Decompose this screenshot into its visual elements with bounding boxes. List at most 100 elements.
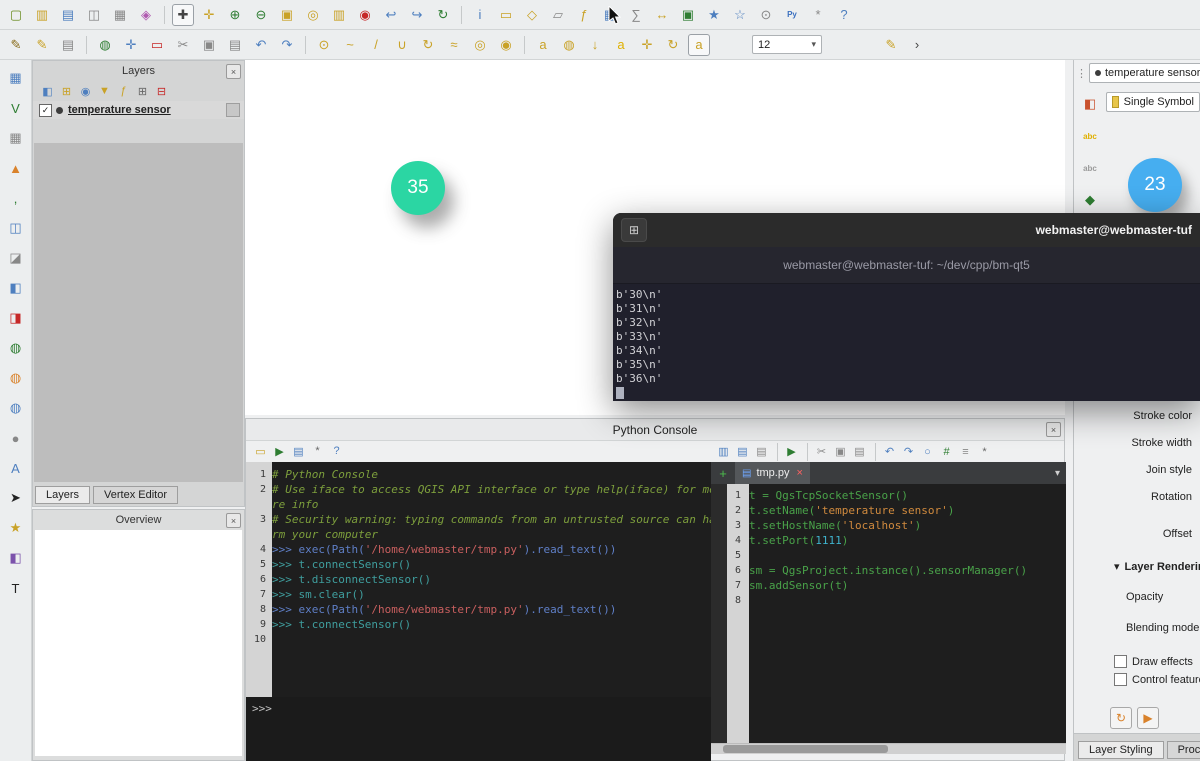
layer-visibility-checkbox[interactable]: ✓ [39, 104, 52, 117]
toggle-editing-icon[interactable]: ✎ [31, 34, 53, 56]
add-wcs-layer-icon[interactable]: ◍ [5, 397, 27, 419]
project-save-icon[interactable]: ▤ [57, 4, 79, 26]
toolbar-overflow-icon[interactable]: › [906, 34, 928, 56]
copy-icon[interactable]: ▣ [832, 443, 849, 460]
change-label-icon[interactable]: a [688, 34, 710, 56]
add-wfs-layer-icon[interactable]: ◍ [5, 367, 27, 389]
editor-horizontal-scrollbar[interactable] [711, 743, 1066, 754]
save-script-icon[interactable]: ▤ [734, 443, 751, 460]
show-editor-icon[interactable]: ▤ [290, 443, 307, 460]
expand-all-icon[interactable]: ⊞ [134, 83, 151, 100]
apply-style-button[interactable]: ▶ [1137, 707, 1159, 729]
split-features-icon[interactable]: / [365, 34, 387, 56]
symbol-preview-circle[interactable]: 23 [1128, 158, 1182, 212]
zoom-next-icon[interactable]: ↪ [406, 4, 428, 26]
highlight-pinned-labels-icon[interactable]: a [610, 34, 632, 56]
close-icon[interactable]: × [226, 64, 241, 79]
add-oracle-layer-icon[interactable]: ◨ [5, 307, 27, 329]
editor-code-area[interactable]: 1t = QgsTcpSocketSensor()2t.setName('tem… [711, 484, 1066, 743]
measure-icon[interactable]: ↔ [651, 4, 673, 26]
terminal-tabbar[interactable]: webmaster@webmaster-tuf: ~/dev/cpp/bm-qt… [613, 247, 1200, 284]
object-inspector-icon[interactable]: ≡ [957, 443, 974, 460]
move-feature-icon[interactable]: ✛ [120, 34, 142, 56]
reshape-icon[interactable]: ~ [339, 34, 361, 56]
current-edits-icon[interactable]: ✎ [5, 34, 27, 56]
diagrams-icon[interactable]: ◆ [1078, 188, 1102, 212]
show-bookmarks-icon[interactable]: ☆ [729, 4, 751, 26]
project-new-icon[interactable]: ▢ [5, 4, 27, 26]
layers-tree-area[interactable] [34, 143, 243, 482]
cut-icon[interactable]: ✂ [813, 443, 830, 460]
help-icon[interactable]: ? [833, 4, 855, 26]
zoom-last-icon[interactable]: ↩ [380, 4, 402, 26]
add-spatialite-layer-icon[interactable]: ◪ [5, 247, 27, 269]
control-feature-checkbox[interactable]: Control feature rendering order [1114, 673, 1200, 686]
style-manager-icon[interactable]: ◈ [135, 4, 157, 26]
deselect-icon[interactable]: ▱ [547, 4, 569, 26]
vertex-tool-icon[interactable]: ⊙ [313, 34, 335, 56]
add-raster-layer-icon[interactable]: ▦ [5, 127, 27, 149]
tab-layers[interactable]: Layers [35, 486, 90, 504]
filter-expression-icon[interactable]: ƒ [115, 83, 132, 100]
styled-layer-combo[interactable]: temperature sensor [1089, 63, 1200, 83]
clear-console-icon[interactable]: ▭ [252, 443, 269, 460]
new-print-layout-icon[interactable]: ◫ [83, 4, 105, 26]
close-icon[interactable]: × [226, 513, 241, 528]
console-output[interactable]: 1# Python Console2# Use iface to access … [246, 462, 711, 697]
find-text-icon[interactable]: ○ [919, 443, 936, 460]
select-arrow-icon[interactable]: ➤ [5, 487, 27, 509]
merge-features-icon[interactable]: ∪ [391, 34, 413, 56]
field-calculator-icon[interactable]: ∑ [625, 4, 647, 26]
add-group-icon[interactable]: ⊞ [58, 83, 75, 100]
toggle-comment-icon[interactable]: # [938, 443, 955, 460]
tab-vertex-editor[interactable]: Vertex Editor [93, 486, 178, 504]
layer-styling-panel-icon[interactable]: ◧ [39, 83, 56, 100]
save-script-as-icon[interactable]: ▤ [753, 443, 770, 460]
add-postgis-layer-icon[interactable]: ◫ [5, 217, 27, 239]
pan-map-icon[interactable]: ✚ [172, 4, 194, 26]
terminal-output[interactable]: b'30\n'b'31\n'b'32\n'b'33\n'b'34\n'b'35\… [613, 284, 1200, 404]
copy-features-icon[interactable]: ▣ [198, 34, 220, 56]
add-xyz-layer-icon[interactable]: ● [5, 427, 27, 449]
add-feature-icon[interactable]: ◍ [94, 34, 116, 56]
filter-legend-icon[interactable]: ▼ [96, 83, 113, 100]
cut-features-icon[interactable]: ✂ [172, 34, 194, 56]
layout-manager-icon[interactable]: ▦ [109, 4, 131, 26]
select-features-icon[interactable]: ▭ [495, 4, 517, 26]
layer-labeling-icon[interactable]: a [532, 34, 554, 56]
text-format-pencil-icon[interactable]: ✎ [880, 34, 902, 56]
tab-layer-styling[interactable]: Layer Styling [1078, 741, 1164, 759]
checkbox[interactable] [1114, 655, 1127, 668]
new-tab-button[interactable]: ⊞ [621, 218, 647, 242]
undo-icon[interactable]: ↶ [250, 34, 272, 56]
rotate-feature-icon[interactable]: ↻ [417, 34, 439, 56]
rotate-label-icon[interactable]: ↻ [662, 34, 684, 56]
identify-icon[interactable]: i [469, 4, 491, 26]
add-vector-layer-icon[interactable]: V [5, 97, 27, 119]
close-icon[interactable]: × [1046, 422, 1061, 437]
temporal-controller-icon[interactable]: ⊙ [755, 4, 777, 26]
font-size-combo[interactable]: 12 ▾ [752, 35, 822, 54]
editor-options-icon[interactable]: * [976, 443, 993, 460]
manage-map-themes-icon[interactable]: ◉ [77, 83, 94, 100]
draw-effects-checkbox[interactable]: Draw effects [1114, 655, 1200, 668]
terminal-window[interactable]: ⊞ webmaster@webmaster-tuf webmaster@webm… [613, 213, 1200, 401]
processing-toolbox-icon[interactable]: * [807, 4, 829, 26]
symbol-type-combo[interactable]: Single Symbol [1106, 92, 1200, 112]
paste-icon[interactable]: ▤ [851, 443, 868, 460]
add-mssql-layer-icon[interactable]: ◧ [5, 277, 27, 299]
map-tips-icon[interactable]: ▣ [677, 4, 699, 26]
panel-drag-handle[interactable]: ⋮ [1076, 67, 1087, 80]
mask-icon[interactable]: abc [1078, 156, 1102, 180]
redo-icon[interactable]: ↷ [276, 34, 298, 56]
open-script-icon[interactable]: ▥ [715, 443, 732, 460]
remove-layer-icon[interactable]: ⊟ [153, 83, 170, 100]
new-bookmark-icon[interactable]: ★ [703, 4, 725, 26]
zoom-to-selection-icon[interactable]: ◎ [302, 4, 324, 26]
select-expression-icon[interactable]: ƒ [573, 4, 595, 26]
add-script-icon[interactable]: + [715, 465, 731, 481]
zoom-to-layer-icon[interactable]: ▥ [328, 4, 350, 26]
add-ring-icon[interactable]: ◎ [469, 34, 491, 56]
run-script-icon[interactable]: ▶ [783, 443, 800, 460]
console-options-icon[interactable]: * [309, 443, 326, 460]
